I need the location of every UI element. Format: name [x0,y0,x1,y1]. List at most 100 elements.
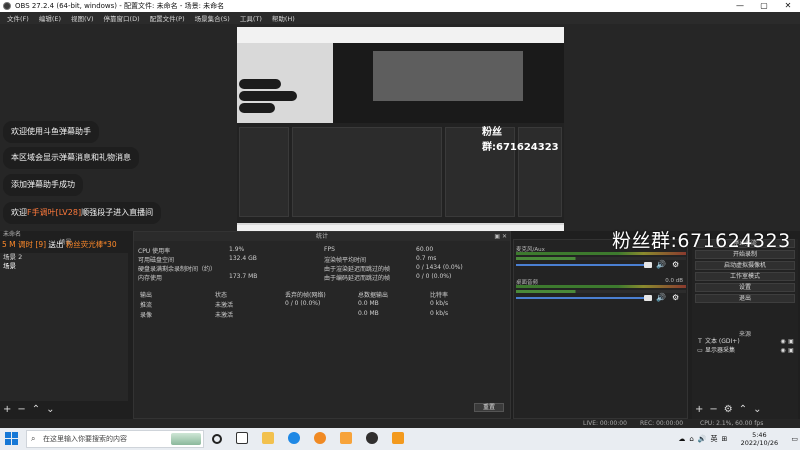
output-stream-total: 0.0 MB [358,300,379,307]
menu-scene-collection[interactable]: 场景集合(S) [190,13,235,23]
stat-fps-value: 60.00 [416,246,434,253]
volume-icon[interactable]: 🔊 [698,435,707,443]
slider-handle[interactable] [644,295,652,301]
windows-start-icon[interactable] [5,432,19,446]
down-icon[interactable]: ⌄ [753,404,761,415]
nested-browser-bar [237,27,564,43]
exit-button[interactable]: 退出 [695,294,795,303]
col-output: 输出 [140,292,153,299]
source-name: 文本 (GDI+) [705,338,740,345]
gear-icon[interactable]: ⚙ [724,404,733,415]
app-icon[interactable] [340,432,352,444]
close-icon[interactable]: ▣ ✕ [494,232,507,241]
up-icon[interactable]: ⌃ [32,404,40,415]
task-view-icon[interactable] [236,432,248,444]
menu-bar: 文件(F) 编辑(E) 视图(V) 停靠窗口(D) 配置文件(P) 场景集合(S… [0,12,800,24]
slider-handle[interactable] [644,262,652,268]
menu-profile[interactable]: 配置文件(P) [145,13,190,23]
lock-icon[interactable]: ▣ [787,346,795,355]
input-language[interactable]: 英 [711,434,718,444]
output-record-total: 0.0 MB [358,310,379,317]
col-status: 状态 [215,292,228,299]
nested-bubble [239,91,297,101]
notification-icon[interactable]: ▭ [791,435,798,443]
reset-button[interactable]: 重置 [474,403,504,412]
up-icon[interactable]: ⌃ [739,404,747,415]
edge-icon[interactable] [288,432,300,444]
menu-edit[interactable]: 编辑(E) [34,13,66,23]
close-button[interactable]: ✕ [776,0,800,12]
output-record-status: 未激活 [215,312,234,319]
eye-icon[interactable]: ◉ [779,346,787,355]
eye-icon[interactable]: ◉ [779,337,787,346]
add-icon[interactable]: + [3,404,11,415]
weather-icon[interactable]: ☁ [678,435,685,443]
scene-tab[interactable]: 未命名 [0,231,128,239]
stat-fps: FPS [324,246,335,253]
fans-group-text: 粉丝群:671624323 [612,230,791,252]
remove-icon[interactable]: − [709,404,717,415]
source-item[interactable]: ▭ 显示器采集 ◉ ▣ [695,346,795,355]
down-icon[interactable]: ⌄ [46,404,54,415]
stat-disk-value: 132.4 GB [229,255,257,262]
volume-slider[interactable]: 🔊 ⚙ [516,293,686,302]
volume-meter [516,285,686,288]
danmu-helper-icon[interactable] [392,432,404,444]
lock-icon[interactable]: ▣ [787,337,795,346]
menu-docks[interactable]: 停靠窗口(D) [99,13,145,23]
browser-icon[interactable] [314,432,326,444]
output-stream-status: 未激活 [215,302,234,309]
mixer-channel-name: 桌面音频 [516,280,539,286]
danmu-bubble: 添加弹幕助手成功 [3,174,83,196]
obs-icon[interactable] [366,432,378,444]
stat-encode-skipped: 由于编码延迟而跳过的帧 [324,275,391,282]
virtual-camera-button[interactable]: 启动虚拟摄像机 [695,261,795,270]
gear-icon[interactable]: ⚙ [672,293,679,302]
speaker-icon[interactable]: 🔊 [656,293,666,302]
docks-area: 未命名 场景 场景 2 场景 + − ⌃ ⌄ 统计 ▣ ✕ CPU 使用率 1.9… [0,231,800,419]
source-toolbar: + − ⚙ ⌃ ⌄ [695,404,762,415]
gear-icon[interactable]: ⚙ [672,260,679,269]
clock[interactable]: 5:46 2022/10/26 [729,431,789,447]
add-icon[interactable]: + [695,404,703,415]
search-icon: ⌕ [31,434,36,443]
gift-overlay: 5 M 调时 [9] 送出 粉丝荧光棒*30 [2,240,117,249]
scene-list[interactable]: 场景 2 场景 [0,253,128,401]
stat-disk: 可用磁盘空间 [138,257,175,264]
remove-icon[interactable]: − [17,404,25,415]
nested-bubble [239,79,281,89]
minimize-button[interactable]: — [728,0,752,12]
menu-file[interactable]: 文件(F) [2,13,34,23]
speaker-icon[interactable]: 🔊 [656,260,666,269]
window-title: OBS 27.2.4 (64-bit, windows) - 配置文件: 未命名… [15,2,225,10]
preview-canvas[interactable]: 粉丝群:671624323 [237,27,564,236]
nested-preview [333,43,564,123]
mixer-db: 0.0 dB [665,278,683,284]
title-bar: OBS 27.2.4 (64-bit, windows) - 配置文件: 未命名… [0,0,800,12]
network-icon[interactable]: ⌂ [689,435,693,443]
grid-icon[interactable]: ⊞ [722,435,728,443]
cortana-icon[interactable] [212,434,222,444]
cpu-fps: CPU: 2.1%, 60.00 fps [700,420,764,427]
nested-fans-text: 粉丝群:671624323 [482,127,559,153]
source-item[interactable]: T 文本 (GDI+) ◉ ▣ [695,337,795,346]
volume-slider[interactable]: 🔊 ⚙ [516,260,686,269]
studio-mode-button[interactable]: 工作室模式 [695,272,795,281]
menu-help[interactable]: 帮助(H) [267,13,300,23]
stat-render-time-value: 0.7 ms [416,255,437,262]
scene-item[interactable]: 场景 [0,262,128,271]
file-explorer-icon[interactable] [262,432,274,444]
nested-bubble [239,103,275,113]
stats-title: 统计 ▣ ✕ [134,232,510,241]
menu-view[interactable]: 视图(V) [66,13,99,23]
preview-area[interactable]: 粉丝群:671624323 欢迎使用斗鱼弹幕助手 本区域会显示弹幕消息和礼物消息… [0,24,800,236]
scene-item[interactable]: 场景 2 [0,253,128,262]
menu-tools[interactable]: 工具(T) [235,13,267,23]
stat-render-skipped: 由于渲染延迟而跳过的帧 [324,266,391,273]
taskbar-search-input[interactable]: ⌕ 在这里输入你要搜索的内容 [26,430,204,448]
stat-memory: 内存使用 [138,275,163,282]
maximize-button[interactable]: ▢ [752,0,776,12]
settings-button[interactable]: 设置 [695,283,795,292]
source-list[interactable]: T 文本 (GDI+) ◉ ▣ ▭ 显示器采集 ◉ ▣ [695,337,795,355]
rec-time: REC: 00:00:00 [640,420,684,427]
